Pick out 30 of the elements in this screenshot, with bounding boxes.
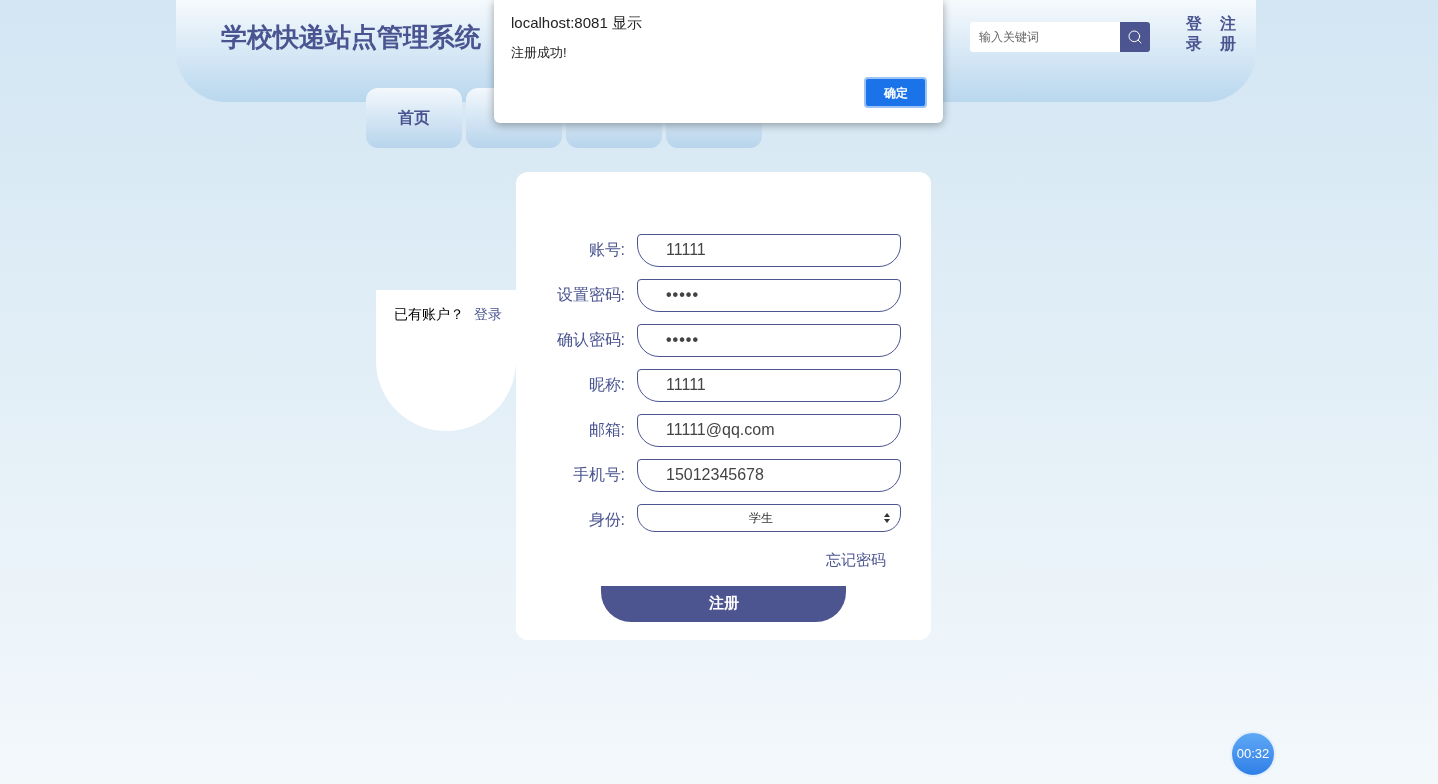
dialog-title: localhost:8081 显示 bbox=[511, 13, 643, 33]
field-label: 手机号: bbox=[571, 465, 625, 485]
register-button[interactable]: 注册 bbox=[601, 585, 846, 622]
password-field[interactable]: ••••• bbox=[637, 278, 901, 312]
field-label: 设置密码: bbox=[555, 285, 625, 305]
header-link[interactable]: 注册 bbox=[1220, 14, 1236, 54]
input-field[interactable]: 11111 bbox=[637, 368, 901, 402]
role-select[interactable]: 学生 bbox=[637, 504, 901, 532]
forgot-password-link[interactable]: 忘记密码 bbox=[826, 549, 886, 572]
timer-badge: 00:32 bbox=[1230, 731, 1276, 777]
input-field[interactable]: 15012345678 bbox=[637, 458, 901, 492]
field-label: 邮箱: bbox=[587, 420, 625, 440]
field-label: 账号: bbox=[587, 240, 625, 260]
input-field[interactable]: 11111@qq.com bbox=[637, 413, 901, 447]
header-link[interactable]: 登录 bbox=[1186, 14, 1202, 54]
nav-tab[interactable]: 首页 bbox=[366, 88, 462, 148]
site-title: 学校快递站点管理系统 bbox=[221, 21, 481, 54]
dialog-message: 注册成功! bbox=[511, 43, 568, 62]
search-field[interactable]: 输入关键词 bbox=[970, 22, 1120, 52]
field-label: 确认密码: bbox=[555, 330, 625, 350]
login-link[interactable]: 登录 bbox=[474, 304, 502, 431]
field-label: 身份: bbox=[587, 510, 625, 530]
sort-icon bbox=[884, 513, 890, 523]
search-button[interactable] bbox=[1120, 22, 1150, 52]
ok-button[interactable]: 确定 bbox=[864, 77, 927, 108]
search-icon bbox=[1127, 29, 1143, 45]
input-field[interactable]: 11111 bbox=[637, 233, 901, 267]
account-prompt: 已有账户？ bbox=[394, 305, 464, 324]
password-field[interactable]: ••••• bbox=[637, 323, 901, 357]
field-label: 昵称: bbox=[587, 375, 625, 395]
